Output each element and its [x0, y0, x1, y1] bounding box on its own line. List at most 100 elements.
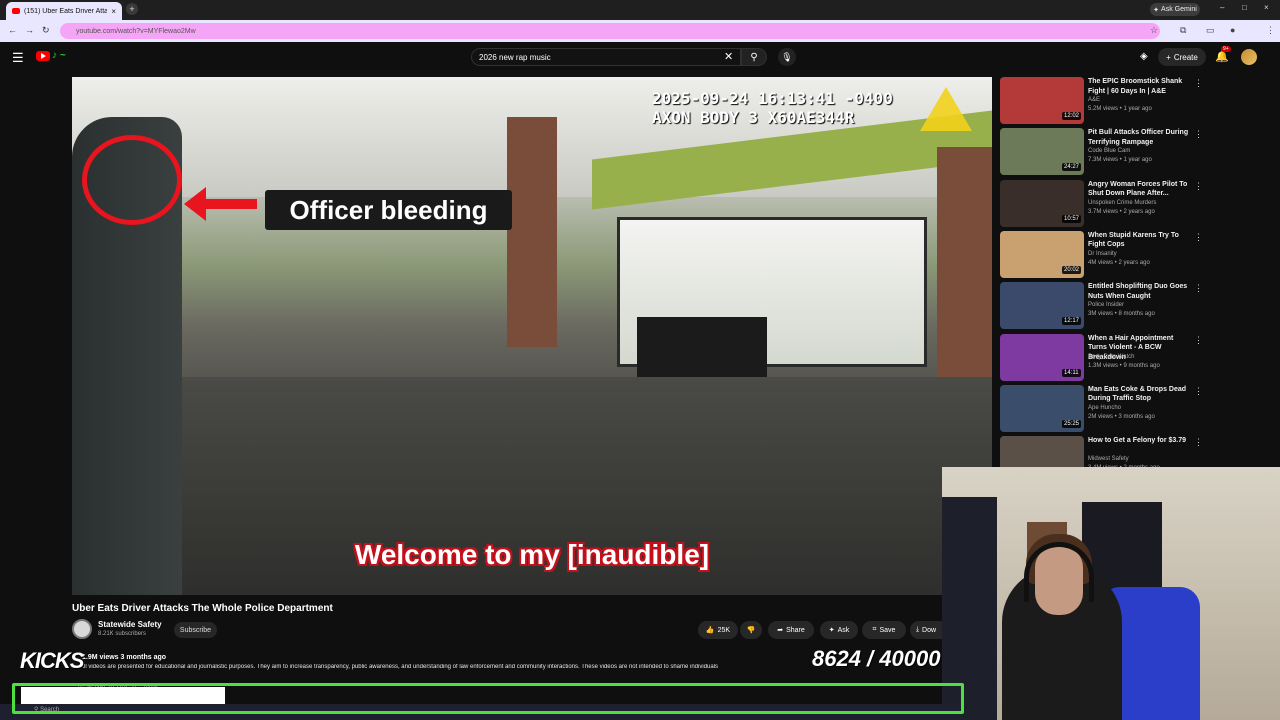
minimize-button[interactable]: –	[1220, 3, 1224, 12]
recommendation-title[interactable]: How to Get a Felony for $3.79	[1088, 436, 1192, 446]
recommendation-title[interactable]: The EPIC Broomstick Shank Fight | 60 Day…	[1088, 77, 1192, 96]
clear-search-icon[interactable]: ✕	[724, 50, 733, 63]
duration-badge: 12:17	[1062, 317, 1082, 326]
maximize-button[interactable]: □	[1242, 3, 1247, 12]
extensions-icon[interactable]: ⧉	[1180, 25, 1186, 36]
goal-progress-fill	[21, 687, 225, 704]
more-options-icon[interactable]: ⋮	[1194, 386, 1203, 397]
back-icon[interactable]: ←	[8, 25, 17, 35]
save-button[interactable]: ⌗ Save	[862, 621, 906, 639]
browser-tab-active[interactable]: (151) Uber Eats Driver Attack ×	[6, 2, 122, 20]
recommendation-item[interactable]: 24:27 Pit Bull Attacks Officer During Ter…	[1000, 128, 1205, 176]
recommendation-item[interactable]: 14:11 When a Hair Appointment Turns Viole…	[1000, 333, 1205, 382]
search-input[interactable]: 2026 new rap music	[471, 48, 741, 66]
create-label: Create	[1173, 52, 1198, 62]
ask-gemini-button[interactable]: ✦ Ask Gemini	[1150, 3, 1200, 16]
duration-badge: 10:57	[1062, 214, 1082, 223]
url-field[interactable]: youtube.com/watch?v=MYFlewao2Mw	[60, 23, 1160, 39]
subscriber-count: 8.21K subscribers	[98, 631, 147, 637]
voice-search-button[interactable]: 🎙	[778, 48, 796, 66]
recommendation-channel[interactable]: Code Blue Cam	[1088, 148, 1130, 154]
download-label: Dow	[922, 626, 937, 634]
bodycam-timestamp: 2025-09-24 16:13:41 -0400 AXON BODY 3 X6…	[652, 89, 893, 127]
save-label: Save	[879, 626, 896, 634]
share-label: Share	[786, 626, 805, 634]
video-player[interactable]: Officer bleeding 2025-09-24 16:13:41 -04…	[72, 77, 992, 595]
more-menu-icon[interactable]: ⋮	[1266, 25, 1275, 36]
recommendation-item[interactable]: 25:25 Man Eats Coke & Drops Dead During T…	[1000, 384, 1205, 433]
recommendation-channel[interactable]: A&E	[1088, 97, 1100, 103]
duration-badge: 14:11	[1062, 368, 1081, 377]
search-button[interactable]: ⚲	[741, 48, 767, 66]
youtube-favicon-icon	[12, 8, 20, 14]
more-options-icon[interactable]: ⋮	[1194, 181, 1203, 192]
profile-icon[interactable]: ●	[1230, 25, 1235, 35]
download-button[interactable]: ⤓ Dow	[910, 621, 942, 639]
recommendation-meta: 4M views • 2 years ago	[1088, 259, 1150, 266]
more-options-icon[interactable]: ⋮	[1194, 437, 1203, 448]
recommendation-channel[interactable]: Unspoken Crime Murders	[1088, 200, 1156, 206]
ask-button[interactable]: ✦ Ask	[820, 621, 858, 639]
subscribe-button[interactable]: Subscribe	[174, 622, 217, 638]
recommendation-channel[interactable]: Midwest Safety	[1088, 456, 1129, 462]
recommendation-title[interactable]: When Stupid Karens Try To Fight Cops	[1088, 231, 1192, 250]
duration-badge: 25:25	[1062, 419, 1082, 428]
forward-icon[interactable]: →	[25, 25, 34, 35]
tab-close-icon[interactable]: ×	[111, 7, 116, 16]
search-icon: ⚲	[750, 51, 758, 63]
custom-logo[interactable]: ♪ ~	[52, 50, 66, 61]
cast-icon[interactable]: ◈	[1140, 51, 1148, 62]
highlight-circle	[82, 135, 182, 225]
recommendation-item[interactable]: 10:57 Angry Woman Forces Pilot To Shut Do…	[1000, 179, 1205, 228]
recommendation-channel[interactable]: Body Cam Watch	[1088, 354, 1134, 360]
hamburger-icon[interactable]: ☰	[12, 50, 24, 66]
close-window-button[interactable]: ×	[1264, 3, 1269, 12]
recommendation-title[interactable]: Pit Bull Attacks Officer During Terrifyi…	[1088, 128, 1192, 147]
recommendation-title[interactable]: Angry Woman Forces Pilot To Shut Down Pl…	[1088, 180, 1192, 199]
recommendation-meta: 3.7M views • 2 years ago	[1088, 208, 1155, 215]
more-options-icon[interactable]: ⋮	[1194, 283, 1203, 294]
more-options-icon[interactable]: ⋮	[1194, 129, 1203, 140]
more-options-icon[interactable]: ⋮	[1194, 78, 1203, 89]
recommendation-item[interactable]: 12:02 The EPIC Broomstick Shank Fight | 6…	[1000, 77, 1205, 125]
dislike-button[interactable]: 👎	[740, 621, 762, 639]
timestamp-line: 2025-09-24 16:13:41 -0400	[652, 89, 893, 108]
recommendation-meta: 3M views • 8 months ago	[1088, 311, 1155, 318]
bookmark-icon: ⌗	[872, 626, 877, 633]
recommendation-channel[interactable]: Ape Huncho	[1088, 405, 1121, 411]
scene-desk	[637, 317, 767, 377]
axon-logo-icon	[920, 87, 972, 131]
mic-icon: 🎙	[781, 51, 793, 62]
thumbs-up-icon: 👍	[705, 627, 715, 634]
duration-badge: 12:02	[1062, 112, 1082, 120]
sidebar-icon[interactable]: ▭	[1206, 25, 1215, 36]
ask-gemini-label: Ask Gemini	[1161, 6, 1197, 13]
bookmark-star-icon[interactable]: ☆	[1150, 25, 1158, 36]
like-count: 25K	[717, 626, 731, 634]
like-button[interactable]: 👍 25K	[698, 621, 738, 639]
recommendation-meta: 5.2M views • 1 year ago	[1088, 106, 1152, 112]
views-and-date: 1.9M views 3 months ago	[82, 654, 167, 661]
goal-counter: 8624 / 40000	[812, 646, 941, 671]
recommendation-meta: 7.3M views • 1 year ago	[1088, 157, 1152, 164]
thumbs-down-icon: 👎	[746, 627, 756, 634]
recommendation-meta: 2M views • 3 months ago	[1088, 413, 1155, 420]
recommendation-item[interactable]: 12:17 Entitled Shoplifting Duo Goes Nuts …	[1000, 282, 1205, 330]
create-button[interactable]: + Create	[1158, 48, 1206, 66]
youtube-logo-icon[interactable]	[36, 51, 50, 61]
tab-title: (151) Uber Eats Driver Attack	[24, 7, 108, 15]
recommendation-item[interactable]: 20:02 When Stupid Karens Try To Fight Cop…	[1000, 230, 1205, 279]
share-button[interactable]: ➦ Share	[768, 621, 814, 639]
recommendation-channel[interactable]: Dr Insanity	[1088, 251, 1117, 257]
channel-name[interactable]: Statewide Safety	[98, 620, 162, 629]
more-options-icon[interactable]: ⋮	[1194, 335, 1203, 346]
channel-avatar[interactable]	[72, 619, 92, 639]
more-options-icon[interactable]: ⋮	[1194, 232, 1203, 243]
recommendation-channel[interactable]: Police Insider	[1088, 302, 1124, 308]
recommendation-title[interactable]: Entitled Shoplifting Duo Goes Nuts When …	[1088, 282, 1192, 301]
recommendation-title[interactable]: Man Eats Coke & Drops Dead During Traffi…	[1088, 385, 1192, 404]
new-tab-button[interactable]: +	[126, 3, 138, 15]
avatar[interactable]	[1241, 49, 1257, 65]
reload-icon[interactable]: ↻	[42, 25, 50, 36]
sparkle-icon: ✦	[828, 627, 835, 634]
